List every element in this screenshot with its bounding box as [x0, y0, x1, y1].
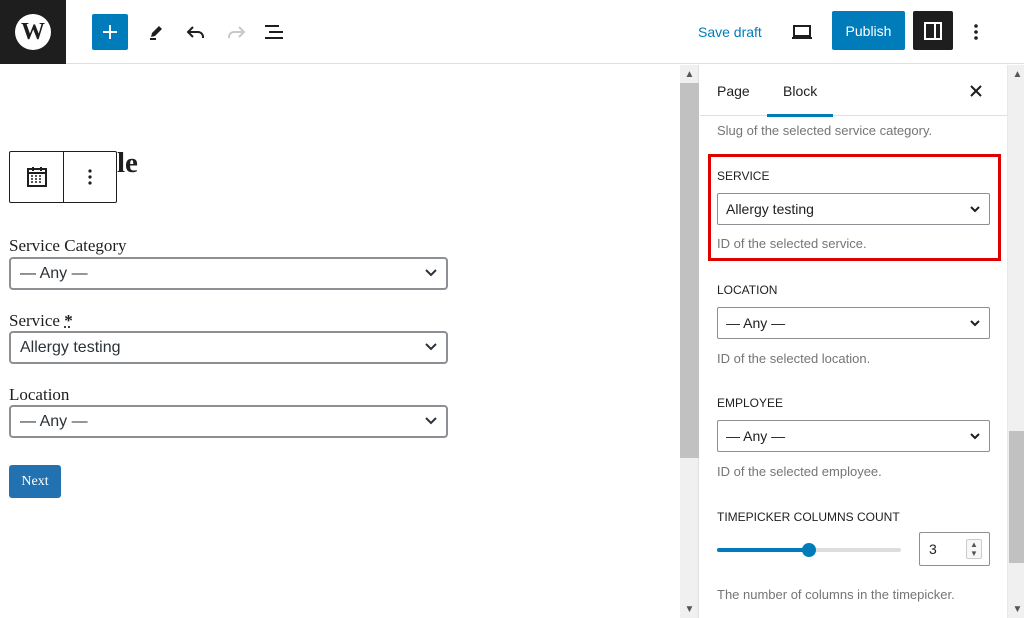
- close-sidebar-button[interactable]: [962, 77, 990, 105]
- sidebar-scrollbar[interactable]: ▲ ▼: [1007, 65, 1024, 618]
- service-label-text: Service: [9, 311, 60, 330]
- location-select[interactable]: — Any —: [717, 307, 990, 339]
- select-value: — Any —: [20, 265, 88, 283]
- calendar-icon: [25, 165, 49, 189]
- service-category-label: Service Category: [9, 236, 127, 256]
- tab-block[interactable]: Block: [767, 65, 833, 116]
- spin-up-icon[interactable]: ▲: [970, 540, 978, 549]
- service-label: SERVICE: [717, 169, 769, 183]
- wordpress-logo[interactable]: W: [0, 0, 66, 64]
- undo-icon: [185, 22, 207, 42]
- location-select[interactable]: — Any —: [9, 405, 448, 438]
- employee-label: EMPLOYEE: [717, 396, 783, 410]
- service-category-help: Slug of the selected service category.: [717, 123, 932, 138]
- input-value: 3: [929, 541, 937, 557]
- service-select[interactable]: Allergy testing: [717, 193, 990, 225]
- undo-button[interactable]: [178, 14, 214, 50]
- preview-button[interactable]: [784, 14, 820, 50]
- service-category-select[interactable]: — Any —: [9, 257, 448, 290]
- scroll-up-icon[interactable]: ▲: [680, 66, 699, 82]
- scroll-down-icon[interactable]: ▼: [1008, 601, 1024, 617]
- list-view-button[interactable]: [256, 14, 292, 50]
- editor-header: W Save draft Publish: [0, 0, 1024, 64]
- service-label: Service *: [9, 311, 73, 331]
- settings-toggle-button[interactable]: [913, 11, 953, 50]
- publish-button[interactable]: Publish: [832, 11, 905, 50]
- service-select[interactable]: Allergy testing: [9, 331, 448, 364]
- wordpress-icon: W: [15, 14, 51, 50]
- chevron-down-icon: [424, 340, 438, 354]
- redo-icon: [225, 22, 247, 42]
- select-value: Allergy testing: [726, 201, 814, 217]
- select-value: — Any —: [20, 413, 88, 431]
- next-button[interactable]: Next: [9, 465, 61, 498]
- editor-scrollbar[interactable]: ▲ ▼: [680, 65, 699, 618]
- more-vertical-icon: [87, 168, 93, 186]
- scrollbar-thumb[interactable]: [1009, 431, 1024, 563]
- chevron-down-icon: [969, 317, 981, 329]
- number-spinner[interactable]: ▲ ▼: [966, 539, 982, 559]
- sidebar-tabs: Page Block: [700, 65, 1007, 116]
- timepicker-range-fill: [717, 548, 809, 552]
- chevron-down-icon: [424, 266, 438, 280]
- add-block-icon: [100, 22, 120, 42]
- list-view-icon: [263, 22, 285, 42]
- select-value: — Any —: [726, 315, 785, 331]
- employee-help: ID of the selected employee.: [717, 464, 882, 479]
- block-heading: le: [117, 147, 138, 180]
- chevron-down-icon: [969, 430, 981, 442]
- timepicker-help: The number of columns in the timepicker.: [717, 587, 955, 602]
- service-help: ID of the selected service.: [717, 236, 867, 251]
- add-block-button[interactable]: [92, 14, 128, 50]
- settings-panel-icon: [923, 21, 943, 41]
- location-label: Location: [9, 385, 69, 405]
- pencil-icon: [146, 22, 166, 42]
- settings-sidebar: Page Block Slug of the selected service …: [700, 65, 1007, 618]
- scroll-up-icon[interactable]: ▲: [1008, 66, 1024, 82]
- location-label: LOCATION: [717, 283, 777, 297]
- tab-page[interactable]: Page: [717, 65, 750, 116]
- required-mark: *: [64, 311, 73, 330]
- block-toolbar: [9, 151, 117, 203]
- more-vertical-icon: [973, 22, 979, 42]
- timepicker-columns-label: TIMEPICKER COLUMNS COUNT: [717, 510, 900, 524]
- block-options-button[interactable]: [63, 152, 116, 202]
- tools-button[interactable]: [138, 14, 174, 50]
- block-type-button[interactable]: [10, 152, 63, 202]
- chevron-down-icon: [969, 203, 981, 215]
- redo-button[interactable]: [218, 14, 254, 50]
- select-value: — Any —: [726, 428, 785, 444]
- save-draft-button[interactable]: Save draft: [690, 14, 770, 50]
- close-icon: [969, 84, 983, 98]
- scroll-down-icon[interactable]: ▼: [680, 601, 699, 617]
- location-help: ID of the selected location.: [717, 351, 870, 366]
- timepicker-range-thumb[interactable]: [802, 543, 816, 557]
- scrollbar-thumb[interactable]: [680, 83, 699, 458]
- options-menu-button[interactable]: [960, 14, 992, 50]
- timepicker-columns-input[interactable]: 3 ▲ ▼: [919, 532, 990, 566]
- editor-canvas[interactable]: le Service Category — Any — Service * Al…: [0, 65, 680, 618]
- chevron-down-icon: [424, 414, 438, 428]
- spin-down-icon[interactable]: ▼: [970, 549, 978, 558]
- desktop-preview-icon: [791, 23, 813, 41]
- select-value: Allergy testing: [20, 339, 121, 357]
- employee-select[interactable]: — Any —: [717, 420, 990, 452]
